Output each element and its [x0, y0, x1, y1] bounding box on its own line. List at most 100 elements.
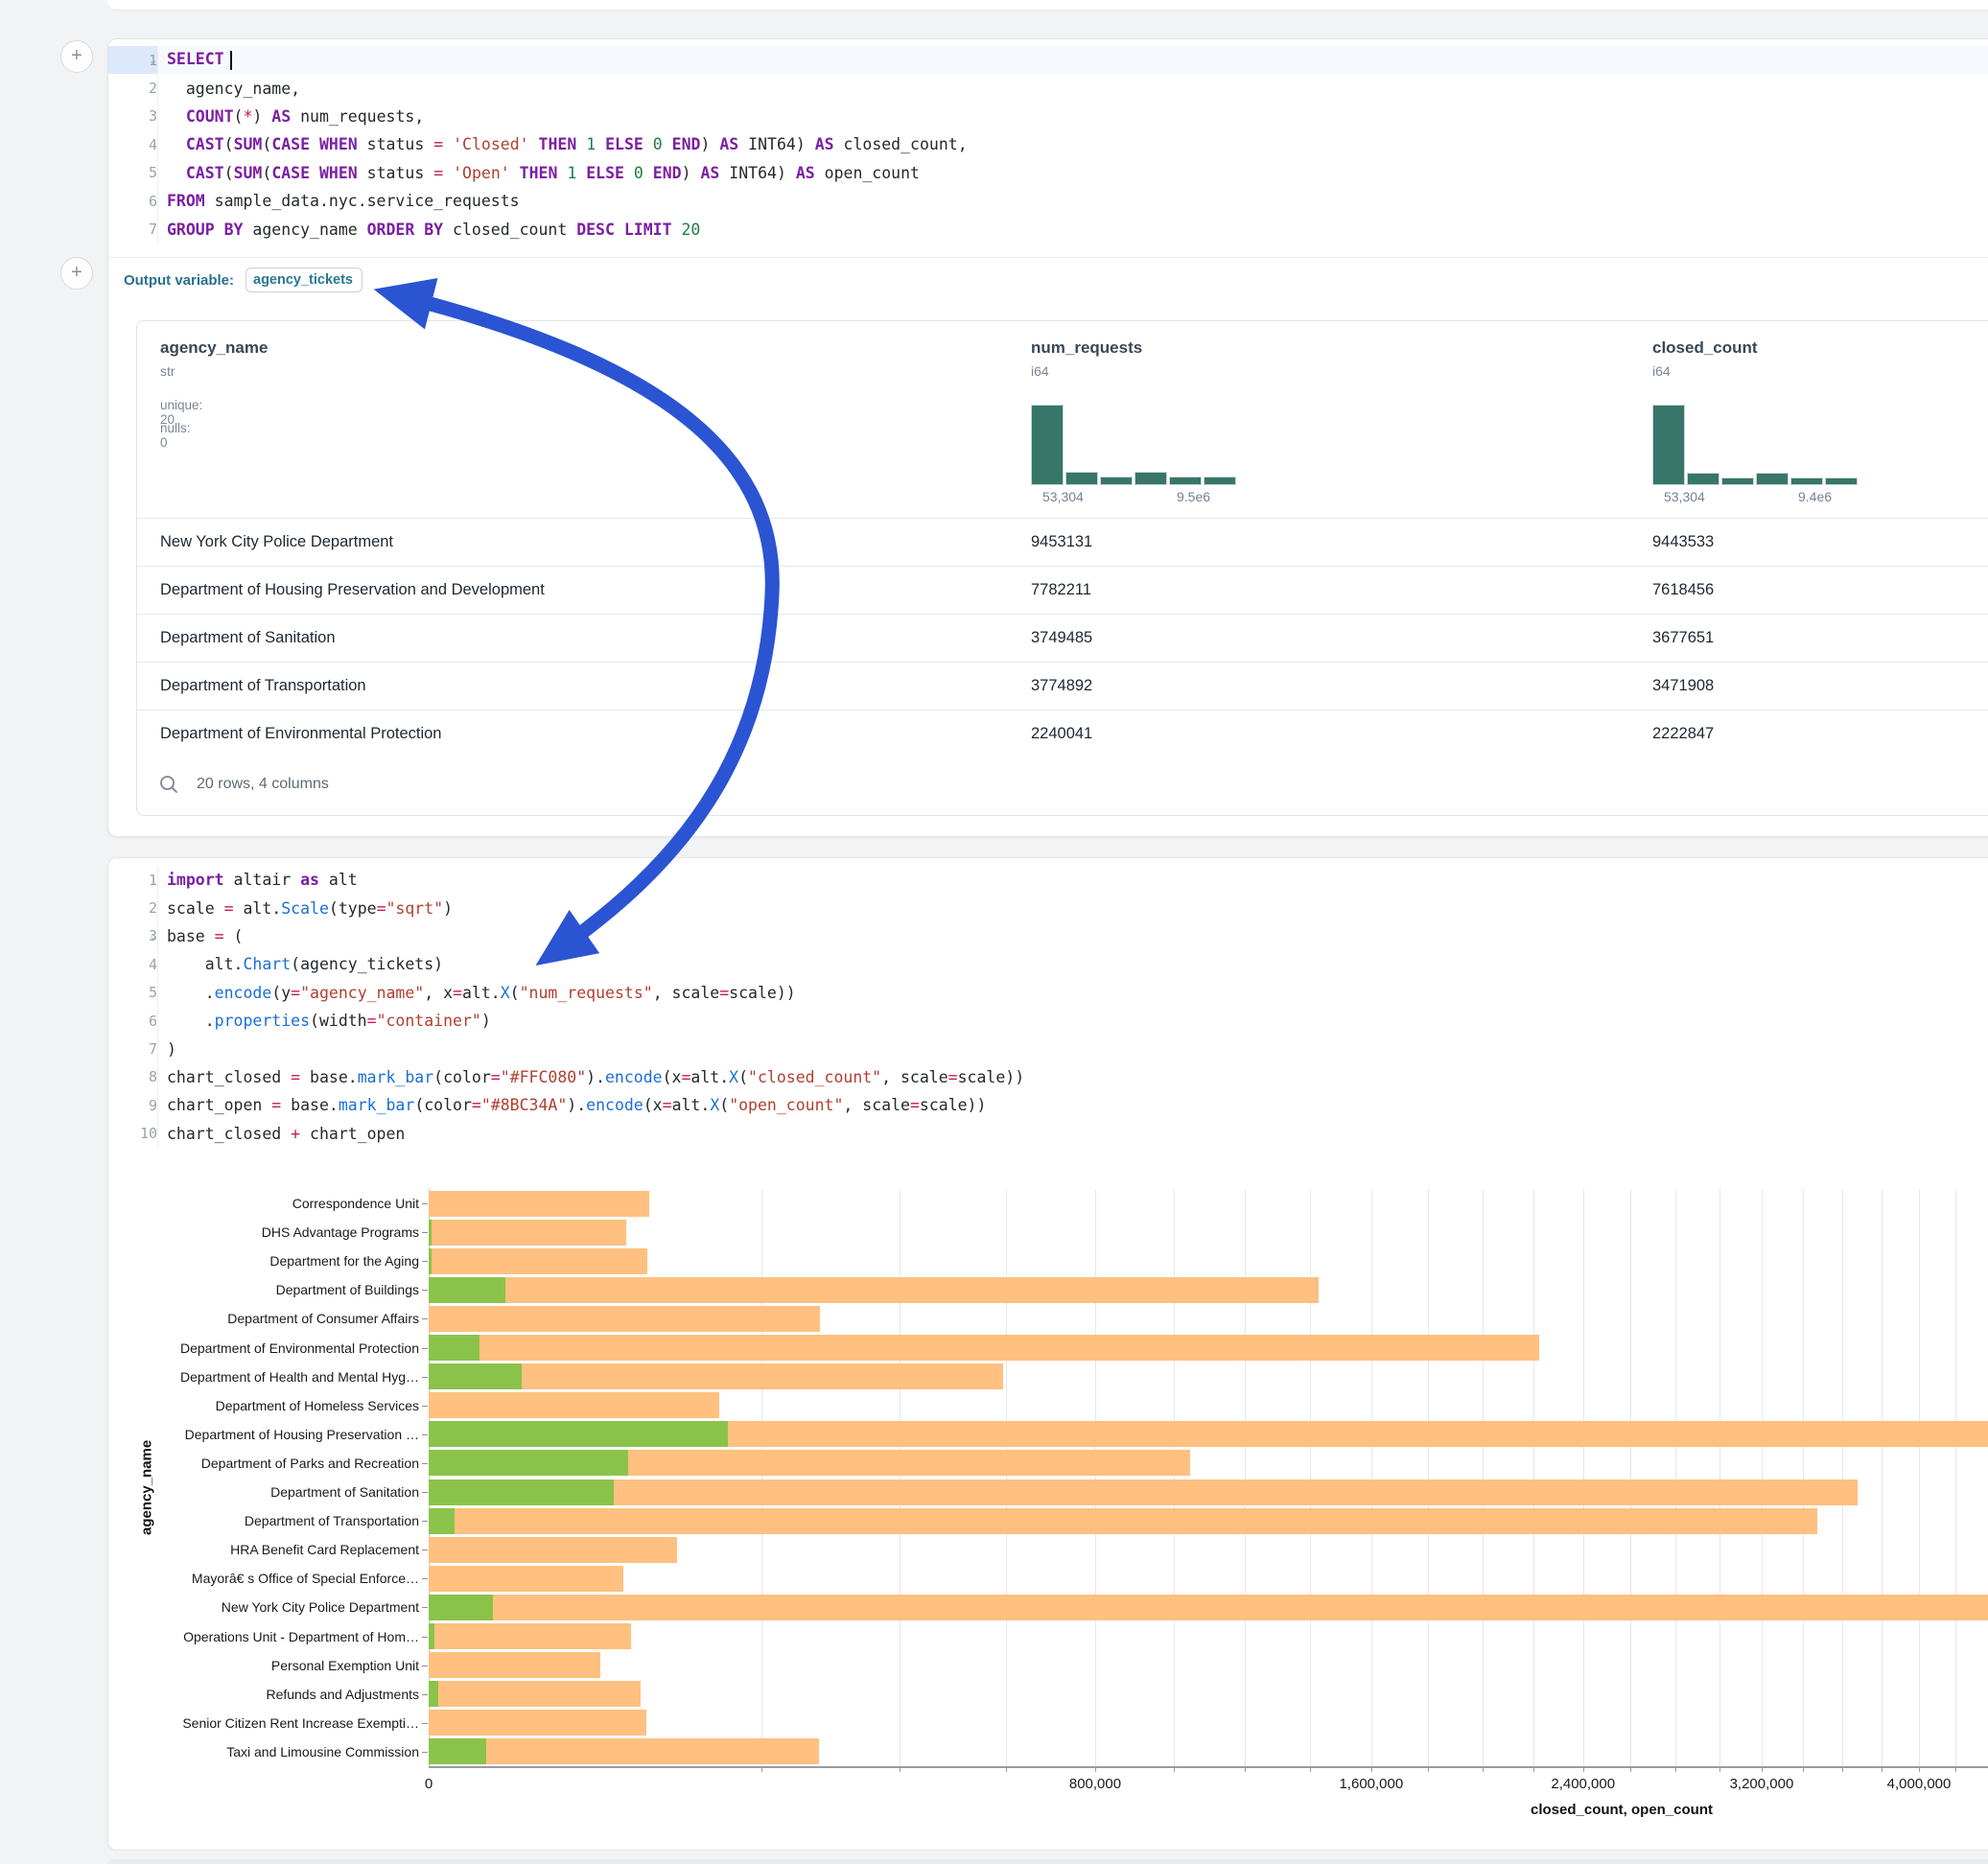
bar-open-count — [429, 1508, 455, 1534]
table-row[interactable]: Department of Environmental Protection22… — [137, 710, 1988, 757]
dataframe-footer: 20 rows, 4 columns — [137, 753, 1988, 816]
code-line[interactable]: 4 CAST(SUM(CASE WHEN status = 'Closed' T… — [108, 130, 1988, 158]
line-number-gutter: 10 — [108, 1120, 158, 1148]
table-cell: 2240041 — [1031, 711, 1092, 757]
output-variable-label: Output variable: — [124, 272, 234, 289]
code-line[interactable]: 1import altair as alt — [108, 866, 1988, 894]
x-axis-label: 1,600,000 — [1339, 1776, 1403, 1792]
axis-tick — [1919, 1766, 1920, 1772]
bar-closed-count — [429, 1595, 1988, 1620]
line-number-gutter: 3 — [108, 103, 158, 130]
line-number-gutter: 3⌄ — [108, 922, 158, 950]
table-cell: 3774892 — [1031, 663, 1092, 710]
bar-open-count — [429, 1421, 728, 1447]
gridline — [1762, 1189, 1763, 1766]
bar-closed-count — [429, 1421, 1988, 1447]
y-axis-label: Department of Sanitation — [108, 1484, 419, 1500]
code-line[interactable]: 3⌄base = ( — [108, 922, 1988, 950]
gridline — [1803, 1189, 1804, 1766]
axis-tick — [1955, 1766, 1956, 1772]
column-histogram — [1031, 405, 1237, 485]
code-line[interactable]: 5 CAST(SUM(CASE WHEN status = 'Open' THE… — [108, 159, 1988, 187]
table-cell: 3471908 — [1652, 663, 1714, 710]
bar-open-count — [429, 1450, 628, 1476]
bar-closed-count — [429, 1738, 819, 1764]
code-line[interactable]: 10chart_closed + chart_open — [108, 1120, 1988, 1148]
code-text: import altair as alt — [158, 871, 358, 889]
y-axis-label: Department of Housing Preservation … — [108, 1427, 419, 1442]
line-number-gutter: 2 — [108, 74, 158, 102]
bar-closed-count — [429, 1566, 623, 1592]
add-cell-button-middle[interactable]: + — [60, 257, 93, 290]
search-icon[interactable] — [158, 774, 179, 795]
bar-open-count — [429, 1623, 434, 1649]
code-text: ) — [158, 1040, 176, 1059]
gridline — [1882, 1189, 1883, 1766]
table-cell: 9443533 — [1652, 519, 1714, 566]
line-number-gutter: 4 — [108, 950, 158, 978]
code-line[interactable]: 2scale = alt.Scale(type="sqrt") — [108, 894, 1988, 921]
output-variable-pill[interactable]: agency_tickets — [246, 268, 363, 292]
y-axis-label: Department of Homeless Services — [108, 1398, 419, 1413]
table-cell: Department of Sanitation — [160, 615, 336, 662]
line-number-gutter: 6 — [108, 1007, 158, 1035]
code-line[interactable]: 3 COUNT(*) AS num_requests, — [108, 103, 1988, 130]
axis-tick — [1095, 1766, 1096, 1772]
table-row[interactable]: Department of Transportation377489234719… — [137, 662, 1988, 710]
code-line[interactable]: 6 .properties(width="container") — [108, 1007, 1988, 1035]
code-text: CAST(SUM(CASE WHEN status = 'Open' THEN … — [158, 164, 920, 182]
fold-chevron-icon[interactable]: ⌄ — [150, 929, 156, 942]
y-axis-label: HRA Benefit Card Replacement — [108, 1542, 419, 1557]
y-axis-tick — [422, 1752, 428, 1753]
code-line[interactable]: 6FROM sample_data.nyc.service_requests — [108, 187, 1988, 215]
row-column-count: 20 rows, 4 columns — [197, 776, 329, 793]
y-axis-tick — [422, 1637, 428, 1638]
python-cell: 1import altair as alt2scale = alt.Scale(… — [107, 857, 1988, 1851]
axis-tick — [1428, 1766, 1429, 1772]
sql-editor[interactable]: 1⌄SELECT2 agency_name,3 COUNT(*) AS num_… — [108, 39, 1988, 257]
code-line[interactable]: 7) — [108, 1035, 1988, 1062]
code-line[interactable]: 1⌄SELECT — [108, 46, 1988, 74]
column-type: str — [160, 363, 175, 379]
bar-closed-count — [429, 1363, 1003, 1389]
gridline — [1675, 1189, 1676, 1766]
add-cell-button-top[interactable]: + — [60, 40, 93, 73]
python-editor[interactable]: 1import altair as alt2scale = alt.Scale(… — [108, 858, 1988, 1157]
table-row[interactable]: New York City Police Department945313194… — [137, 518, 1988, 566]
y-axis-tick — [422, 1232, 428, 1233]
gridline — [1095, 1189, 1096, 1766]
table-row[interactable]: Department of Housing Preservation and D… — [137, 566, 1988, 614]
bar-closed-count — [429, 1537, 677, 1563]
fold-chevron-icon[interactable]: ⌄ — [150, 54, 156, 66]
code-line[interactable]: 4 alt.Chart(agency_tickets) — [108, 950, 1988, 978]
bar-closed-count — [429, 1335, 1539, 1361]
code-line[interactable]: 8chart_closed = base.mark_bar(color="#FF… — [108, 1063, 1988, 1091]
y-axis-tick — [422, 1434, 428, 1435]
code-line[interactable]: 2 agency_name, — [108, 74, 1988, 102]
table-cell: 7782211 — [1031, 567, 1091, 614]
histogram-min-label: 53,304 — [1042, 489, 1084, 504]
axis-tick — [1803, 1766, 1804, 1772]
next-cell-edge — [107, 1859, 1988, 1864]
bar-open-count — [429, 1248, 432, 1274]
gridline — [1919, 1189, 1920, 1766]
x-axis-label: 0 — [425, 1776, 433, 1792]
y-axis-label: Department of Consumer Affairs — [108, 1311, 419, 1326]
code-text: .properties(width="container") — [158, 1012, 491, 1030]
gridline — [1483, 1189, 1484, 1766]
code-line[interactable]: 9chart_open = base.mark_bar(color="#8BC3… — [108, 1091, 1988, 1119]
code-line[interactable]: 5 .encode(y="agency_name", x=alt.X("num_… — [108, 979, 1988, 1007]
bar-closed-count — [429, 1392, 719, 1418]
y-axis-tick — [422, 1318, 428, 1319]
bar-open-count — [429, 1681, 438, 1707]
y-axis-label: DHS Advantage Programs — [108, 1224, 419, 1240]
table-row[interactable]: Department of Sanitation37494853677651 — [137, 614, 1988, 662]
y-axis-label: Correspondence Unit — [108, 1196, 419, 1211]
code-text: SELECT — [158, 50, 232, 70]
code-line[interactable]: 7GROUP BY agency_name ORDER BY closed_co… — [108, 215, 1988, 243]
y-axis-label: Department for the Aging — [108, 1253, 419, 1269]
code-text: COUNT(*) AS num_requests, — [158, 107, 424, 126]
code-text: chart_open = base.mark_bar(color="#8BC34… — [158, 1096, 986, 1114]
bar-closed-count — [429, 1450, 1190, 1476]
axis-tick — [1842, 1766, 1843, 1772]
